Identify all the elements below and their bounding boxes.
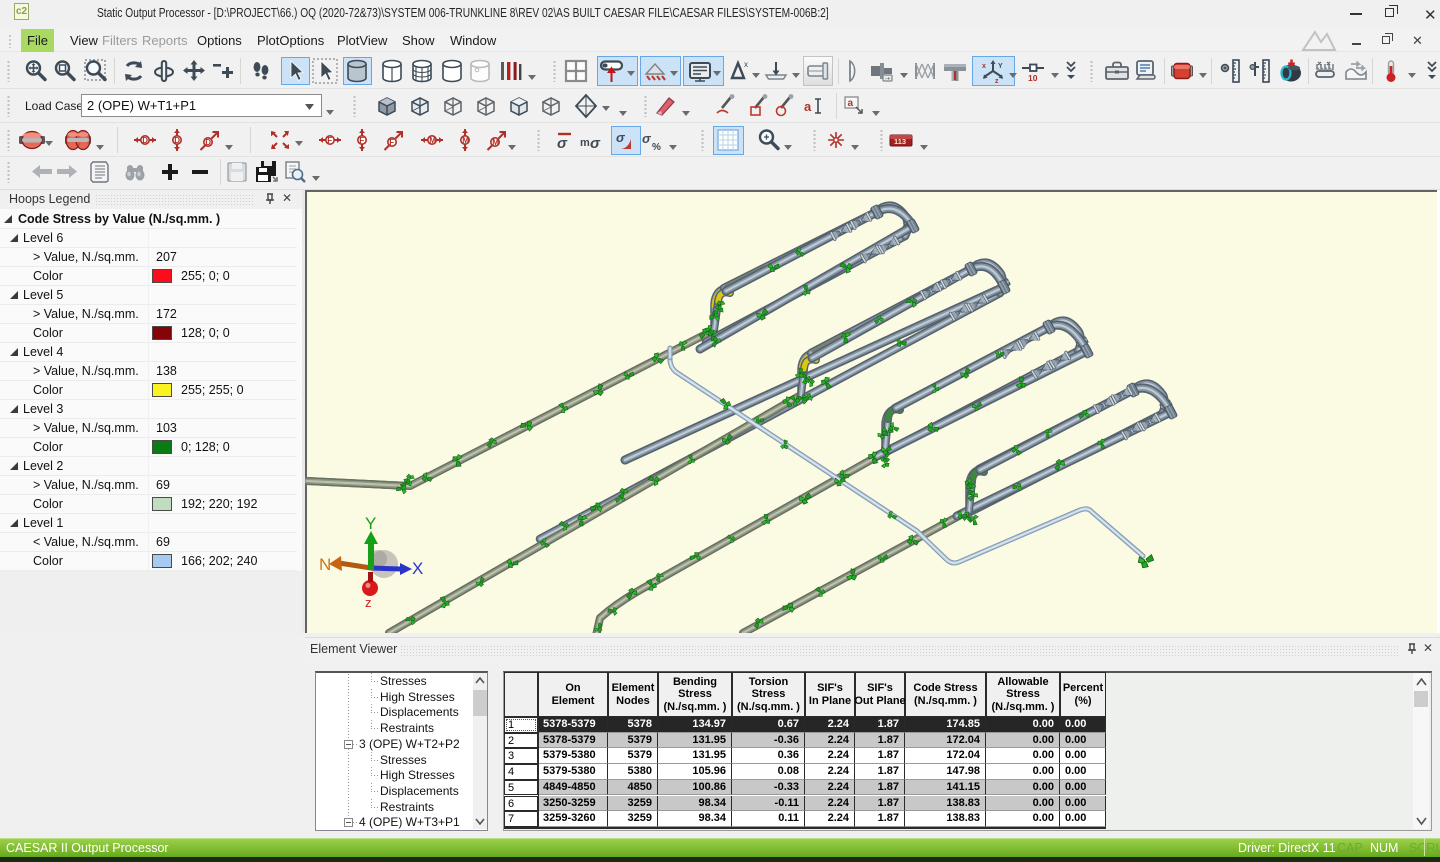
svg-text:σ: σ	[590, 135, 601, 152]
svg-text:F: F	[327, 136, 332, 145]
svg-text:D: D	[142, 136, 148, 145]
svg-text:M: M	[429, 136, 436, 145]
svg-text:z: z	[365, 595, 372, 610]
svg-text:F: F	[389, 138, 394, 147]
svg-text:M: M	[492, 138, 499, 147]
svg-text:Y: Y	[365, 514, 376, 533]
svg-text:M: M	[462, 136, 469, 145]
svg-text:D: D	[205, 138, 211, 147]
svg-text:%: %	[652, 142, 661, 153]
svg-text:D: D	[174, 136, 180, 145]
svg-text:X: X	[412, 559, 423, 578]
svg-text:m: m	[580, 137, 590, 149]
svg-text:σ: σ	[616, 130, 626, 145]
svg-text:a: a	[848, 98, 854, 109]
svg-text:10: 10	[1028, 73, 1038, 83]
svg-text:N: N	[319, 555, 331, 574]
svg-text:x: x	[744, 60, 748, 69]
svg-text:σ: σ	[642, 131, 652, 146]
svg-text:a: a	[804, 99, 812, 114]
svg-text:113: 113	[894, 137, 906, 146]
svg-text:-+: -+	[885, 77, 891, 83]
svg-text:F: F	[359, 136, 364, 145]
svg-text:x: x	[982, 63, 986, 70]
svg-text:σ: σ	[557, 135, 568, 152]
svg-text:Y: Y	[998, 63, 1003, 70]
svg-text:z: z	[995, 78, 999, 84]
